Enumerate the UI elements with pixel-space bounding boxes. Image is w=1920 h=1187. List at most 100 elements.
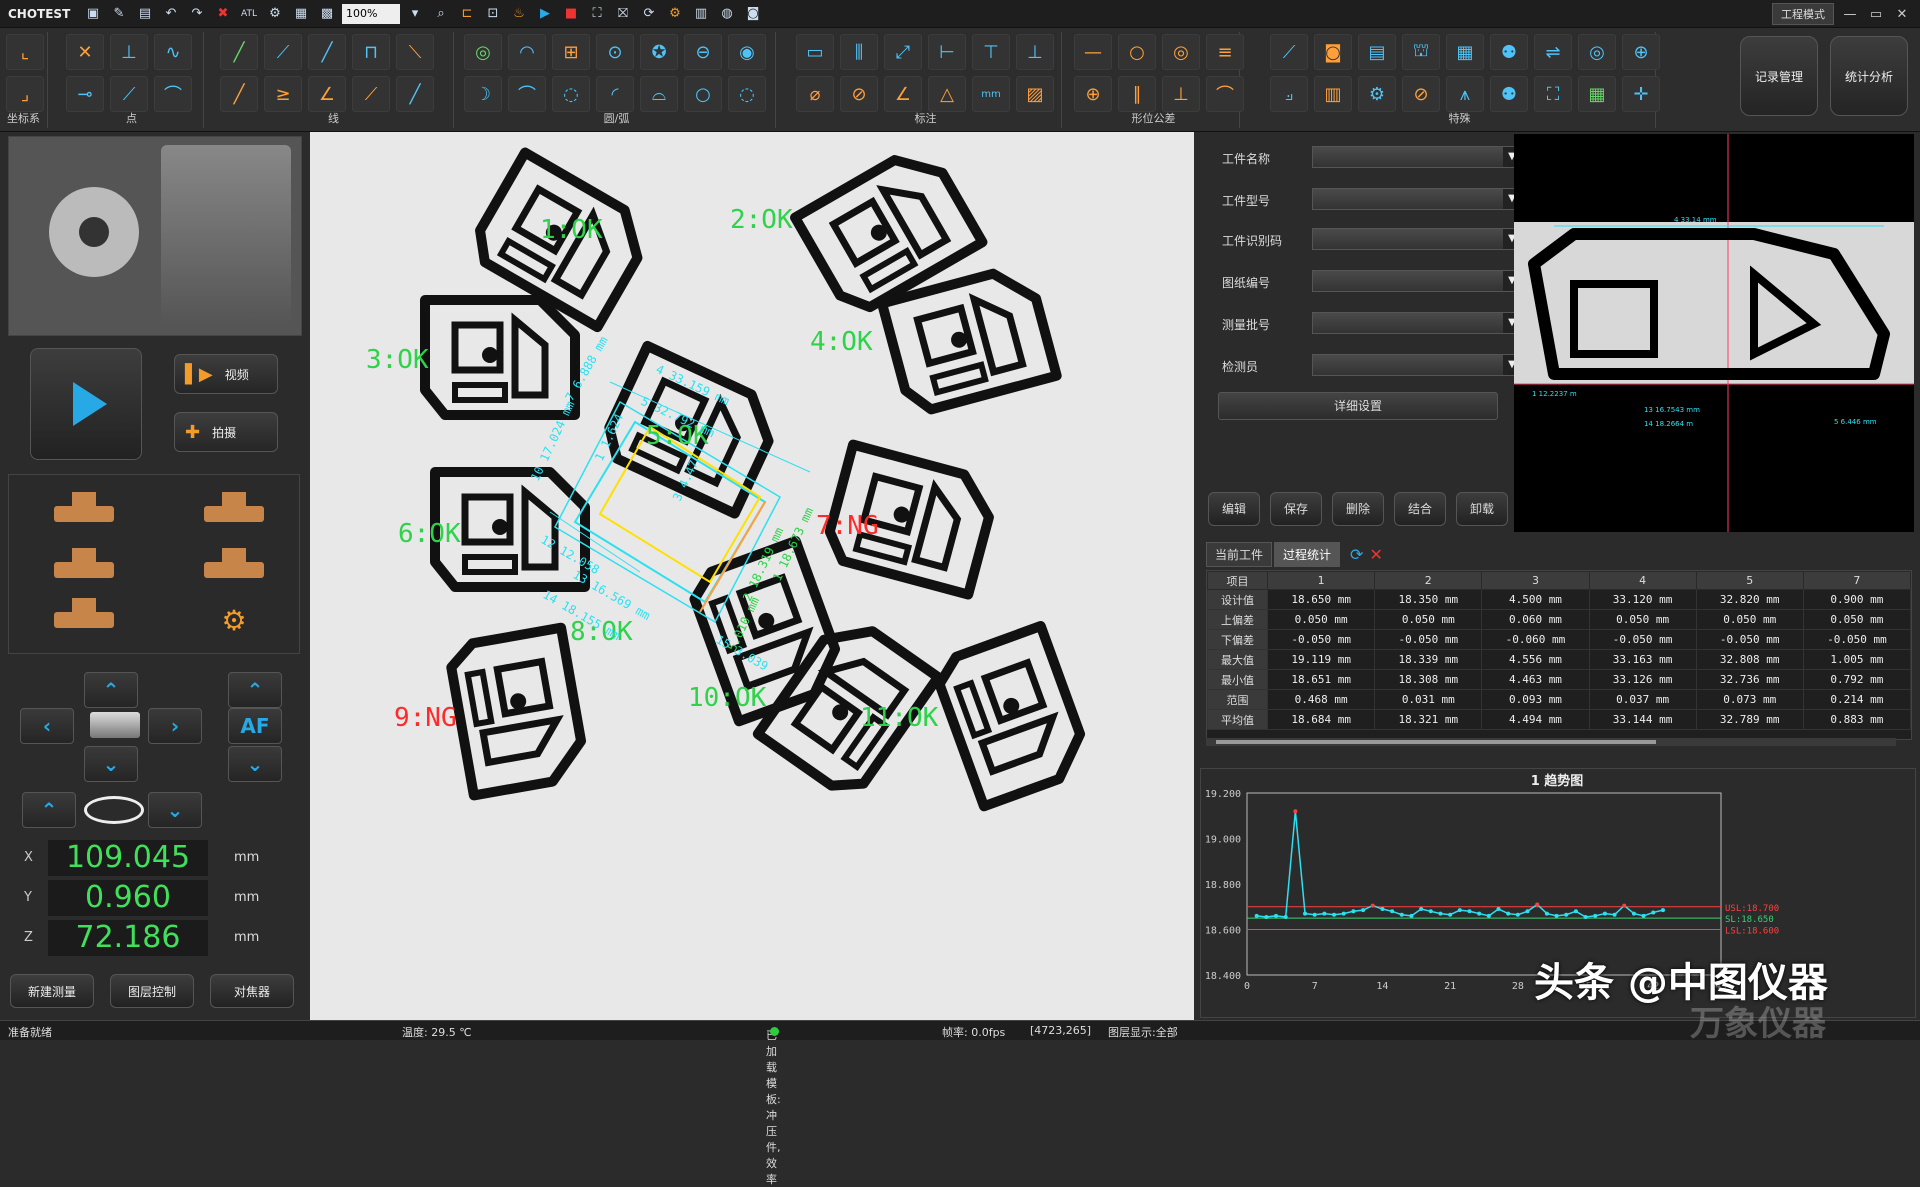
table-row[interactable]: 范围 0.468 mm 0.031 mm 0.093 mm 0.037 mm 0.073 … <box>1207 689 1911 710</box>
zoom-icon[interactable]: ⌕ <box>430 4 452 24</box>
field-select[interactable] <box>1312 146 1524 168</box>
line-edge-icon[interactable]: ╱ <box>308 34 346 70</box>
zoom-select[interactable]: 100% <box>342 3 400 24</box>
dim-ruler-icon[interactable]: ▭ <box>796 34 834 70</box>
circle-points-icon[interactable]: ◌ <box>552 76 590 112</box>
capture-icon[interactable]: ⛝ <box>612 4 634 24</box>
special-6-icon[interactable]: ⚉ <box>1490 34 1528 70</box>
special-15-icon[interactable]: ⚉ <box>1490 76 1528 112</box>
x-right-button[interactable]: › <box>148 708 202 744</box>
table-scrollbar[interactable] <box>1206 738 1896 746</box>
dim-diag-icon[interactable]: ⤢ <box>884 34 922 70</box>
stats-button[interactable]: 统计分析 <box>1830 36 1908 116</box>
table-header[interactable]: 项目 <box>1207 571 1269 590</box>
clear-icon[interactable]: ✕ <box>1369 545 1382 564</box>
rotate-icon[interactable]: ⟳ <box>638 4 660 24</box>
special-10-icon[interactable]: ⟓ <box>1270 76 1308 112</box>
concentric-icon[interactable]: ◎ <box>1162 34 1200 70</box>
detail-settings-button[interactable]: 详细设置 <box>1218 392 1498 420</box>
line-wave-icon[interactable]: ⊓ <box>352 34 390 70</box>
arc-point-icon[interactable]: ⌒ <box>154 76 192 112</box>
dim-angle-icon[interactable]: ∠ <box>884 76 922 112</box>
line-tangent-icon[interactable]: ╱ <box>220 76 258 112</box>
line-point-icon[interactable]: ⟋ <box>110 76 148 112</box>
chart-icon[interactable]: ▥ <box>690 4 712 24</box>
x-left-button[interactable]: ‹ <box>20 708 74 744</box>
af-button[interactable]: AF <box>228 708 282 744</box>
z-down-button[interactable]: ⌄ <box>228 746 282 782</box>
circle-array-icon[interactable]: ⊞ <box>552 34 590 70</box>
field-select[interactable] <box>1312 270 1524 292</box>
table-header[interactable]: 3 <box>1481 571 1590 590</box>
table-header[interactable]: 5 <box>1695 571 1804 590</box>
image-viewport[interactable]: 1:OK 2:OK 3:OK 4:OK 5:OK 6:OK 7:NG 8:OK 9:NG 10:O… <box>310 132 1194 1020</box>
workpiece-shape[interactable] <box>425 300 575 415</box>
circle-dash-icon[interactable]: ◌ <box>728 76 766 112</box>
parallel-icon[interactable]: ∥ <box>1118 76 1156 112</box>
maximize-icon[interactable]: ▭ <box>1866 7 1886 22</box>
position-icon[interactable]: ⊕ <box>1074 76 1112 112</box>
table-row[interactable]: 最大值 19.119 mm 18.339 mm 4.556 mm 33.163 mm 32… <box>1207 649 1911 670</box>
y-up-button[interactable]: ⌃ <box>84 672 138 708</box>
auto-icon[interactable]: ATL <box>238 4 260 24</box>
edge-point-icon[interactable]: ⊥ <box>110 34 148 70</box>
gear-circle-icon[interactable]: ✪ <box>640 34 678 70</box>
circle-center-icon[interactable]: ⊙ <box>596 34 634 70</box>
close-icon[interactable]: ✕ <box>1892 7 1912 22</box>
tab-process-stats[interactable]: 过程统计 <box>1274 542 1341 567</box>
midpoint-icon[interactable]: ⊸ <box>66 76 104 112</box>
special-5-icon[interactable]: ▦ <box>1446 34 1484 70</box>
focuser-button[interactable]: 对焦器 <box>210 974 294 1008</box>
symmetry-icon[interactable]: ≡ <box>1206 34 1244 70</box>
line-perp-icon[interactable]: ⟋ <box>352 76 390 112</box>
special-2-icon[interactable]: ◙ <box>1314 34 1352 70</box>
cross-point-icon[interactable]: ✕ <box>66 34 104 70</box>
special-3-icon[interactable]: ▤ <box>1358 34 1396 70</box>
app-title[interactable]: CHOTEST <box>0 7 82 21</box>
arc-left-icon[interactable]: ☽ <box>464 76 502 112</box>
table-header[interactable]: 7 <box>1802 571 1911 590</box>
special-11-icon[interactable]: ▥ <box>1314 76 1352 112</box>
special-4-icon[interactable]: ⛫ <box>1402 34 1440 70</box>
dim-circle-icon[interactable]: ⊘ <box>840 76 878 112</box>
dim-triangle-icon[interactable]: △ <box>928 76 966 112</box>
circle-ring-icon[interactable]: ○ <box>684 76 722 112</box>
combine-button[interactable]: 结合 <box>1394 492 1446 526</box>
field-select[interactable] <box>1312 228 1524 250</box>
special-17-icon[interactable]: ▦ <box>1578 76 1616 112</box>
line-fit-icon[interactable]: ⟋ <box>264 34 302 70</box>
measure-icon[interactable]: ⊡ <box>482 4 504 24</box>
dim-diameter-icon[interactable]: ⌀ <box>796 76 834 112</box>
roundness-icon[interactable]: ○ <box>1118 34 1156 70</box>
line-bisect-icon[interactable]: ∠ <box>308 76 346 112</box>
arch-icon[interactable]: ⌓ <box>640 76 678 112</box>
new-measure-button[interactable]: 新建测量 <box>10 974 94 1008</box>
record-mgmt-button[interactable]: 记录管理 <box>1740 36 1818 116</box>
special-1-icon[interactable]: ⟋ <box>1270 34 1308 70</box>
straightness-icon[interactable]: — <box>1074 34 1112 70</box>
save-icon[interactable]: ▣ <box>82 4 104 24</box>
field-select[interactable] <box>1312 188 1524 210</box>
table-header[interactable]: 2 <box>1374 571 1483 590</box>
lamp-icon[interactable]: ♨ <box>508 4 530 24</box>
workpiece-shape[interactable] <box>448 628 587 796</box>
arc-curve-icon[interactable]: ⌒ <box>508 76 546 112</box>
special-16-icon[interactable]: ⛶ <box>1534 76 1572 112</box>
table-row[interactable]: 下偏差 -0.050 mm -0.050 mm -0.060 mm -0.050 mm -… <box>1207 629 1911 650</box>
redo-icon[interactable]: ↷ <box>186 4 208 24</box>
field-select[interactable] <box>1312 312 1524 334</box>
field-select[interactable] <box>1312 354 1524 376</box>
orange-tool-icon[interactable]: ⊏ <box>456 4 478 24</box>
delete-button[interactable]: 删除 <box>1332 492 1384 526</box>
perpendicular-icon[interactable]: ⊥ <box>1162 76 1200 112</box>
save-button[interactable]: 保存 <box>1270 492 1322 526</box>
circle-fit-icon[interactable]: ⊖ <box>684 34 722 70</box>
line-angle-icon[interactable]: ≥ <box>264 76 302 112</box>
table-row[interactable]: 设计值 18.650 mm 18.350 mm 4.500 mm 33.120 mm 32… <box>1207 589 1911 610</box>
run-button[interactable] <box>30 348 142 460</box>
light-settings-icon[interactable]: ⚙ <box>189 585 279 655</box>
workpiece-shape[interactable] <box>795 143 982 318</box>
export-icon[interactable]: ▤ <box>134 4 156 24</box>
refresh-icon[interactable]: ⟳ <box>1350 545 1363 564</box>
dimension-label[interactable]: 7 6.888 mm <box>562 334 610 404</box>
